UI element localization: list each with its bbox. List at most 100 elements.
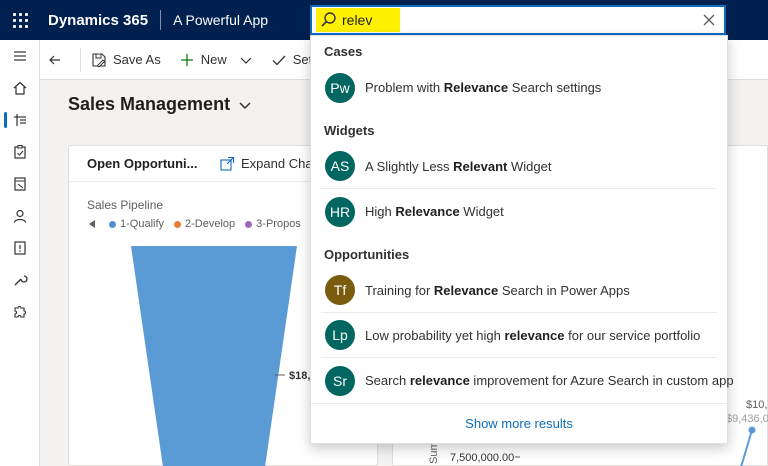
result-text-prefix: Search — [365, 373, 410, 388]
result-text-match: Relevant — [453, 158, 508, 174]
search-result-text: Low probability yet high relevance for o… — [365, 328, 700, 343]
result-text-match: relevance — [504, 327, 565, 343]
legend-dot — [109, 220, 116, 228]
result-text-prefix: Low probability yet high — [365, 327, 505, 343]
result-text-suffix: improvement for Azure Search in custom a… — [469, 373, 734, 388]
group-header-widgets: Widgets — [324, 122, 375, 138]
dashboard-icon — [14, 114, 26, 126]
suggestion-groups: Cases Pw Problem with Relevance Search set… — [311, 37, 734, 403]
result-text-prefix: Problem with — [365, 80, 444, 95]
search-result-item[interactable]: Pw Problem with Relevance Search settings — [321, 65, 717, 110]
search-icon — [321, 12, 336, 27]
command-divider — [80, 47, 81, 72]
chevron-down-icon — [239, 101, 251, 109]
new-button[interactable]: New — [173, 40, 233, 80]
legend-label: 2-Develop — [185, 218, 236, 230]
search-result-text: A Slightly Less Relevant Widget — [365, 159, 551, 174]
result-text-match: Relevance — [443, 80, 509, 95]
avatar: Lp — [325, 320, 355, 350]
hamburger-icon — [14, 51, 26, 61]
avatar: Sr — [325, 365, 355, 396]
save-as-label: Save As — [113, 52, 161, 67]
search-result-item[interactable]: Tf Training for Relevance Search in Power… — [321, 268, 717, 313]
search-result-item[interactable]: Sr Search relevance improvement for Azure… — [321, 358, 734, 403]
avatar: AS — [325, 151, 355, 181]
search-result-item[interactable]: HR High Relevance Widget — [321, 189, 717, 234]
report-icon — [14, 241, 26, 255]
search-result-item[interactable]: Lp Low probability yet high relevance for… — [321, 313, 717, 358]
point-label: $10,5 — [746, 399, 768, 411]
axis-label: Sum — [428, 441, 440, 464]
page-title: Sales Management — [68, 94, 231, 114]
result-text-suffix: Search settings — [508, 80, 602, 95]
result-text-match: Relevance — [433, 282, 499, 298]
search-suggestions-dropdown: Cases Pw Problem with Relevance Search set… — [310, 35, 734, 444]
chart-title: Sales Pipeline — [87, 198, 164, 212]
avatar: HR — [325, 196, 355, 227]
show-more-results-link[interactable]: Show more results — [311, 403, 727, 443]
save-as-icon — [92, 52, 106, 67]
clipboard-icon — [14, 145, 26, 159]
result-text-match: Relevance — [395, 204, 460, 219]
brand-name[interactable]: Dynamics 365 — [40, 12, 160, 29]
funnel-value-label: $18, — [289, 370, 310, 382]
legend-dot — [245, 220, 253, 228]
funnel-segment[interactable] — [131, 246, 297, 466]
nav-tools[interactable] — [0, 264, 40, 296]
result-text-suffix: Widget — [507, 158, 552, 174]
legend-item-qualify[interactable]: 1-Qualify — [109, 218, 164, 230]
checkmark-icon — [272, 55, 286, 65]
result-text-suffix: Search in Power Apps — [498, 282, 630, 298]
puzzle-icon — [14, 306, 26, 318]
nav-home[interactable] — [0, 72, 40, 104]
point-label: $9,436,00 — [726, 413, 768, 425]
search-result-text: Search relevance improvement for Azure S… — [365, 373, 734, 388]
nav-menu-button[interactable] — [0, 40, 40, 72]
nav-leads[interactable] — [0, 232, 40, 264]
group-header-cases: Cases — [324, 43, 363, 59]
result-text-suffix: Widget — [459, 204, 504, 219]
book-icon — [14, 177, 26, 191]
app-launcher-button[interactable] — [0, 0, 40, 40]
legend-label: 3-Propos — [256, 218, 301, 230]
group-header-opportunities: Opportunities — [324, 246, 410, 262]
close-icon[interactable] — [700, 11, 718, 29]
home-icon — [13, 81, 27, 95]
left-nav — [0, 40, 40, 466]
result-text-match: relevance — [409, 373, 470, 388]
legend-prev-icon[interactable] — [87, 219, 97, 229]
nav-activities[interactable] — [0, 136, 40, 168]
person-icon — [13, 209, 27, 223]
search-input[interactable] — [342, 8, 672, 32]
data-point[interactable] — [748, 426, 756, 434]
wrench-icon — [14, 275, 28, 286]
chart-legend: 1-Qualify 2-Develop 3-Propos — [87, 218, 311, 230]
nav-contacts[interactable] — [0, 200, 40, 232]
series-line — [740, 429, 753, 466]
result-text-suffix: for our service portfolio — [564, 327, 701, 343]
back-button[interactable] — [40, 40, 76, 80]
waffle-icon — [12, 12, 28, 28]
new-label: New — [200, 52, 227, 67]
result-text-prefix: A Slightly Less — [365, 158, 454, 174]
new-dropdown-button[interactable] — [233, 40, 265, 80]
plus-icon — [180, 53, 193, 66]
search-result-item[interactable]: AS A Slightly Less Relevant Widget — [321, 144, 717, 189]
legend-item-propose[interactable]: 3-Propos — [245, 218, 301, 230]
search-box[interactable] — [310, 5, 726, 35]
nav-extensions[interactable] — [0, 296, 40, 328]
save-as-button[interactable]: Save As — [85, 40, 167, 80]
legend-dot — [174, 220, 182, 228]
avatar: Tf — [325, 275, 355, 305]
avatar: Pw — [325, 72, 355, 103]
nav-accounts[interactable] — [0, 168, 40, 200]
search-result-text: Training for Relevance Search in Power A… — [365, 283, 630, 298]
nav-dashboards[interactable] — [0, 104, 40, 136]
search-result-text: High Relevance Widget — [365, 204, 504, 219]
dashboard-selector[interactable]: Sales Management — [68, 94, 252, 115]
back-arrow-icon — [49, 55, 60, 64]
legend-item-develop[interactable]: 2-Develop — [174, 218, 235, 230]
chevron-down-icon — [240, 57, 252, 64]
legend-label: 1-Qualify — [120, 218, 165, 230]
app-name[interactable]: A Powerful App — [161, 12, 268, 28]
